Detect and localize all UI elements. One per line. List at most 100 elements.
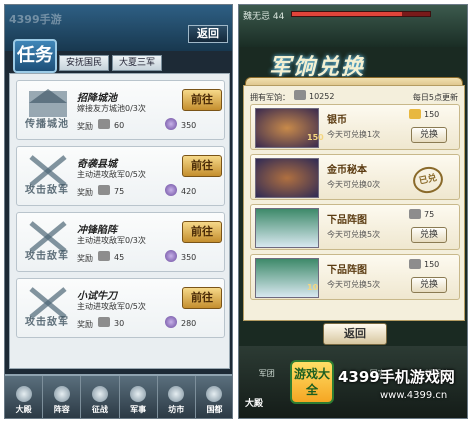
exchange-item: 金币秘本 今天可兑换0次 已兑	[250, 154, 460, 200]
back-button[interactable]: 返回	[188, 25, 228, 43]
go-button[interactable]: 前往	[182, 89, 222, 111]
item-name: 下品阵图	[327, 265, 367, 276]
exchange-panel: 魏无忌 44 军饷兑换 拥有军饷： 10252 每日5点更新 150 银币 今天…	[238, 4, 468, 419]
item-limit: 今天可兑换0次	[327, 180, 381, 189]
formation-scroll-thumb	[255, 258, 319, 298]
exchange-item: 下品阵图 今天可兑换5次 75 兑换	[250, 204, 460, 250]
task-badge: 任务	[13, 39, 57, 73]
item-limit: 今天可兑换1次	[327, 130, 381, 139]
task-desc: 嫁接友方城池0/3次	[77, 104, 146, 113]
nav-hall[interactable]: 大殿	[245, 396, 263, 409]
task-desc: 主动进攻敌军0/5次	[77, 170, 146, 179]
item-name: 银币	[327, 115, 347, 126]
formation-scroll-thumb	[255, 208, 319, 248]
task-name: 奇袭县城	[77, 159, 117, 170]
exchanged-stamp: 已兑	[410, 164, 446, 196]
logo-mark: 游戏大全	[290, 360, 334, 404]
go-button[interactable]: 前往	[182, 287, 222, 309]
exchange-header: 魏无忌 44	[239, 5, 467, 47]
task-emblem-label: 攻击敌军	[25, 251, 69, 262]
nav-label: 坊市	[168, 405, 185, 414]
exchange-button[interactable]: 兑换	[411, 277, 447, 293]
item-count: 150	[307, 133, 324, 142]
task-card: 攻击敌军 小试牛刀 主动进攻敌军0/5次 奖励 30 280 前往	[16, 278, 225, 338]
item-cost: 150	[424, 260, 440, 269]
item-name: 金币秘本	[327, 165, 367, 176]
reward-coins: 60	[114, 121, 125, 130]
item-limit: 今天可兑换5次	[327, 280, 381, 289]
item-cost: 75	[424, 210, 435, 219]
exchange-button[interactable]: 兑换	[411, 227, 447, 243]
coin-icon	[98, 185, 110, 195]
task-card: 传播城池 招降城池 嫁接友方城池0/3次 奖励 60 350 前往	[16, 80, 225, 140]
gem-icon	[165, 316, 177, 328]
nav-lineup[interactable]: 阵容	[43, 376, 82, 418]
back-button[interactable]: 返回	[323, 323, 387, 345]
military-icon	[130, 386, 147, 402]
reward-coins: 30	[114, 319, 125, 328]
go-button[interactable]: 前往	[182, 155, 222, 177]
exchange-item: 10 下品阵图 今天可兑换5次 150 兑换	[250, 254, 460, 300]
task-tabs: 安抚国民 大夏三军	[59, 55, 163, 71]
reward-label: 奖励	[77, 188, 93, 197]
nav-hall[interactable]: 大殿	[5, 376, 44, 418]
reward-coins: 45	[114, 253, 125, 262]
task-list: 传播城池 招降城池 嫁接友方城池0/3次 奖励 60 350 前往 攻击敌军 奇…	[9, 73, 230, 369]
task-name: 招降城池	[77, 93, 117, 104]
pay-icon	[294, 90, 306, 100]
logo-url: www.4399.cn	[380, 390, 448, 401]
nav-legion[interactable]: 军团	[259, 368, 275, 379]
logo-name: 4399手机游戏网	[338, 368, 455, 386]
reward-coins: 75	[114, 187, 125, 196]
nav-label: 军事	[130, 405, 147, 414]
nav-label: 征战	[91, 405, 108, 414]
task-emblem-label: 传播城池	[25, 119, 69, 130]
coin-icon	[98, 317, 110, 327]
reward-gems: 280	[181, 319, 197, 328]
reward-gems: 350	[181, 253, 197, 262]
nav-battle[interactable]: 征战	[81, 376, 120, 418]
refresh-note: 每日5点更新	[412, 93, 458, 102]
gem-icon	[165, 184, 177, 196]
task-desc: 主动进攻敌军0/5次	[77, 302, 146, 311]
bottom-nav: 大殿 阵容 征战 军事 坊市 国都	[5, 374, 232, 418]
task-emblem-label: 攻击敌军	[25, 317, 69, 328]
lineup-icon	[53, 386, 70, 402]
reward-gems: 350	[181, 121, 197, 130]
site-logo: 游戏大全 4399手机游戏网 www.4399.cn	[290, 360, 468, 418]
coin-icon	[98, 251, 110, 261]
task-panel: 4399手游 返回 任务 安抚国民 大夏三军 传播城池 招降城池 嫁接友方城池0…	[4, 4, 233, 419]
gold-book-thumb	[255, 158, 319, 198]
item-name: 下品阵图	[327, 215, 367, 226]
reward-gems: 420	[181, 187, 197, 196]
nav-label: 大殿	[15, 405, 32, 414]
task-desc: 主动进攻敌军0/3次	[77, 236, 146, 245]
gem-icon	[165, 118, 177, 130]
reward-label: 奖励	[77, 320, 93, 329]
nav-market[interactable]: 坊市	[158, 376, 196, 418]
hp-bar	[291, 11, 431, 17]
exchange-button[interactable]: 兑换	[411, 127, 447, 143]
tab-pacify[interactable]: 安抚国民	[59, 55, 110, 71]
nav-capital[interactable]: 国都	[196, 376, 232, 418]
task-name: 小试牛刀	[77, 291, 117, 302]
task-name: 冲锋陷阵	[77, 225, 117, 236]
gold-chest-icon	[409, 109, 421, 119]
item-cost: 150	[424, 110, 440, 119]
reward-label: 奖励	[77, 254, 93, 263]
tab-army[interactable]: 大夏三军	[112, 55, 163, 71]
hp-fill	[292, 12, 403, 16]
watermark-text: 4399手游	[9, 13, 62, 26]
silver-coin-thumb	[255, 108, 319, 148]
gem-icon	[165, 250, 177, 262]
capital-icon	[206, 386, 223, 402]
owned-value: 10252	[309, 92, 335, 101]
go-button[interactable]: 前往	[182, 221, 222, 243]
nav-military[interactable]: 军事	[120, 376, 158, 418]
exchange-list: 拥有军饷： 10252 每日5点更新 150 银币 今天可兑换1次 150 兑换…	[243, 85, 465, 321]
task-emblem-label: 攻击敌军	[25, 185, 69, 196]
battle-icon	[91, 386, 108, 402]
item-limit: 今天可兑换5次	[327, 230, 381, 239]
task-card: 攻击敌军 冲锋陷阵 主动进攻敌军0/3次 奖励 45 350 前往	[16, 212, 225, 272]
market-icon	[168, 386, 185, 402]
